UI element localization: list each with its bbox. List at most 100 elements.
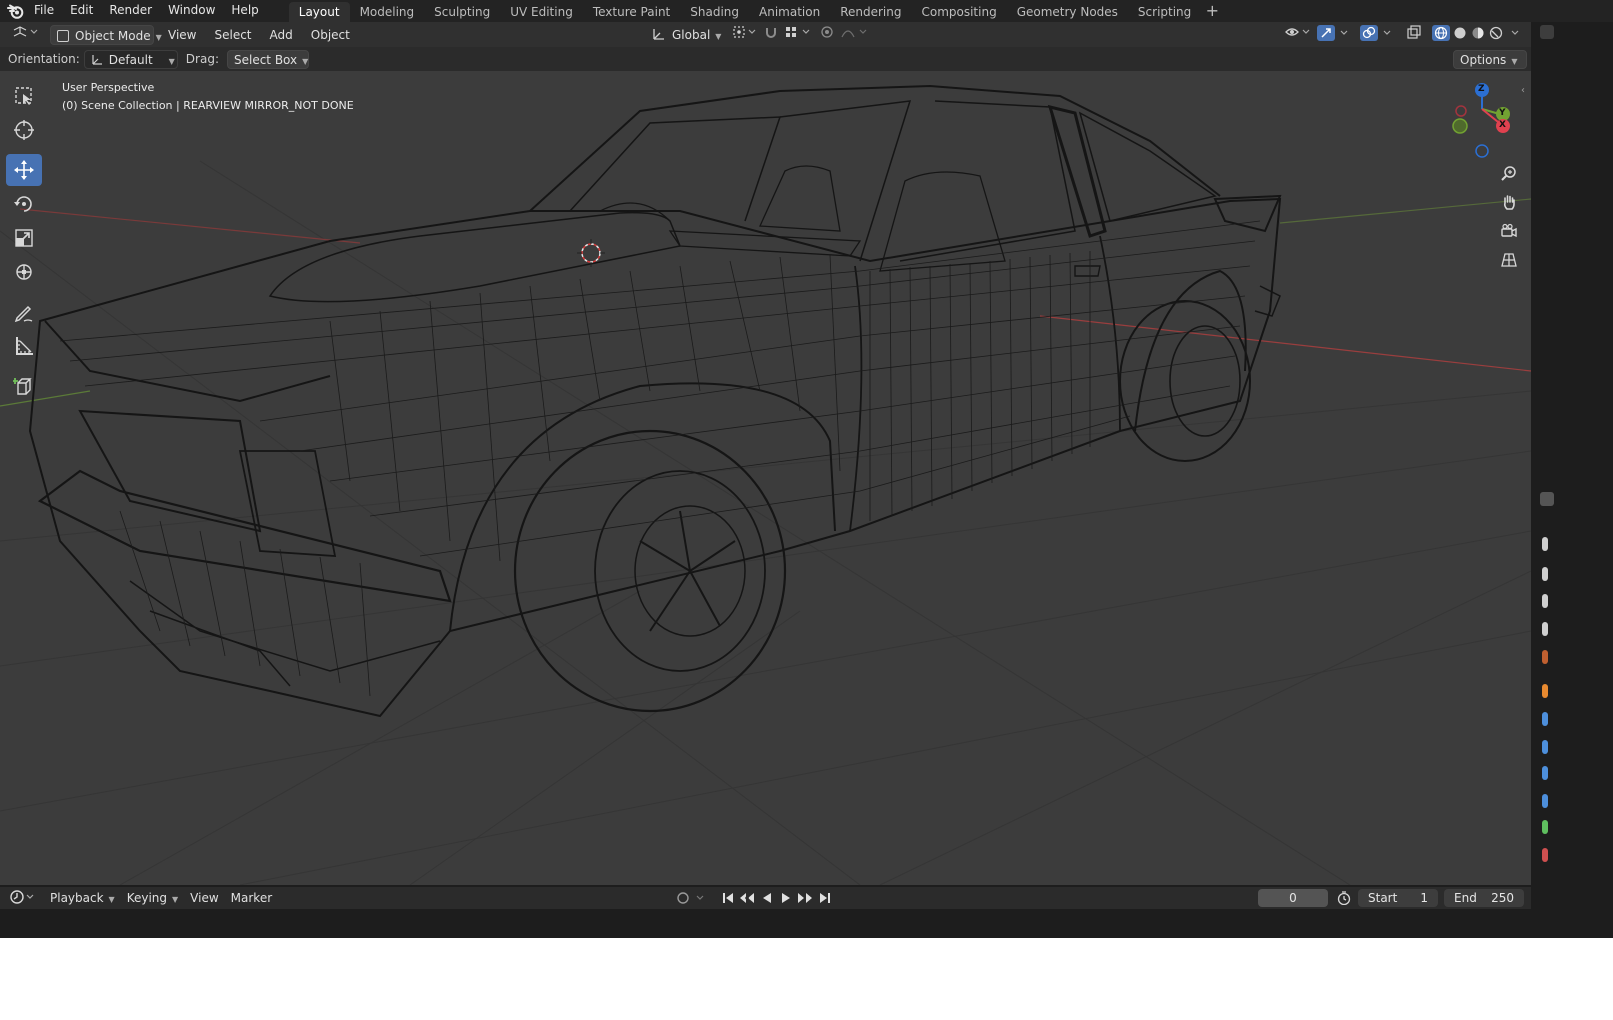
perspective-toggle-button[interactable] <box>1497 248 1521 272</box>
stopwatch-icon <box>1337 891 1351 905</box>
show-overlays-toggle[interactable] <box>1356 24 1400 45</box>
menu-view[interactable]: View <box>162 25 202 45</box>
tool-cursor[interactable] <box>6 114 42 146</box>
menu-keying-label: Keying <box>126 891 168 905</box>
tab-texture-paint[interactable]: Texture Paint <box>583 2 680 22</box>
menu-edit[interactable]: Edit <box>62 0 101 22</box>
menu-playback-label: Playback <box>50 891 104 905</box>
menu-keying[interactable]: Keying ▼ <box>121 891 184 905</box>
blender-logo-icon[interactable] <box>4 0 26 22</box>
end-frame-label: End <box>1454 891 1477 905</box>
properties-tab-data[interactable] <box>1542 820 1548 834</box>
drag-setting-dropdown[interactable]: Select Box ▼ <box>226 49 309 69</box>
editor-type-button[interactable] <box>6 25 44 45</box>
tab-modeling[interactable]: Modeling <box>350 2 425 22</box>
use-preview-range-toggle[interactable] <box>1336 890 1352 906</box>
menu-playback[interactable]: Playback ▼ <box>44 891 121 905</box>
menu-marker[interactable]: Marker <box>225 891 278 905</box>
sidebar-toggle-icon[interactable]: ‹ <box>1521 85 1525 96</box>
orientation-setting-dropdown[interactable]: Default ▼ <box>83 49 178 69</box>
tab-sculpting[interactable]: Sculpting <box>424 2 500 22</box>
jump-to-start-button[interactable] <box>720 890 736 906</box>
tab-compositing[interactable]: Compositing <box>911 2 1006 22</box>
proportional-editing-toggle[interactable] <box>814 25 876 45</box>
shading-wireframe-solid-material-rendered-icon <box>1432 24 1519 41</box>
jump-to-keyframe-back-button[interactable] <box>739 890 755 906</box>
properties-tab-object[interactable] <box>1542 684 1548 698</box>
3d-cursor[interactable] <box>577 239 605 267</box>
move-icon <box>14 160 34 180</box>
camera-view-button[interactable] <box>1497 219 1521 243</box>
properties-tab-tool[interactable] <box>1540 492 1554 506</box>
properties-tab-world[interactable] <box>1542 650 1548 664</box>
chevron-down-icon: ▼ <box>168 56 175 66</box>
menu-window[interactable]: Window <box>160 0 223 22</box>
transform-icon <box>16 264 32 280</box>
start-frame-label: Start <box>1368 891 1398 905</box>
properties-tab-scene[interactable] <box>1542 622 1548 636</box>
tool-scale[interactable] <box>6 222 42 254</box>
tool-transform[interactable] <box>6 256 42 288</box>
properties-tab-physics[interactable] <box>1542 766 1548 780</box>
blender-window: File Edit Render Window Help Layout Mode… <box>0 0 1613 938</box>
add-workspace-button[interactable]: + <box>1203 2 1221 20</box>
tool-measure[interactable] <box>6 330 42 362</box>
tool-annotate[interactable] <box>6 296 42 328</box>
object-mode-icon <box>57 29 69 42</box>
menu-object[interactable]: Object <box>305 25 356 45</box>
menu-file[interactable]: File <box>26 0 62 22</box>
gizmo-y-label: Y <box>1499 108 1506 118</box>
properties-tab-modifiers[interactable] <box>1542 712 1548 726</box>
drag-setting-value: Select Box <box>233 52 298 67</box>
properties-tool-tab[interactable] <box>1540 25 1554 39</box>
transform-orientation-dropdown[interactable]: Global ▼ <box>646 25 727 45</box>
play-reverse-button[interactable] <box>759 890 775 906</box>
tab-scripting[interactable]: Scripting <box>1128 2 1201 22</box>
car-wireframe-mesh <box>28 84 1282 718</box>
tab-layout[interactable]: Layout <box>288 2 350 22</box>
tool-add-cube[interactable] <box>6 370 42 402</box>
timeline-editor-type-button[interactable] <box>4 889 44 907</box>
properties-tab-output[interactable] <box>1542 567 1548 581</box>
tab-geometry-nodes[interactable]: Geometry Nodes <box>1007 2 1128 22</box>
proportional-edit-icon <box>821 25 867 38</box>
end-frame-field[interactable]: End 250 <box>1444 889 1524 907</box>
overlays-icon <box>1360 24 1391 41</box>
properties-tab-view-layer[interactable] <box>1542 594 1548 608</box>
chevron-down-icon: ▼ <box>155 32 162 42</box>
3d-viewport[interactable]: Z Y X User Perspective (0) Scene Collect… <box>0 71 1531 885</box>
xray-toggle[interactable] <box>1402 24 1426 45</box>
properties-tab-constraints[interactable] <box>1542 794 1548 808</box>
show-gizmo-toggle[interactable] <box>1313 24 1357 45</box>
mode-dropdown[interactable]: Object Mode ▼ <box>50 24 162 45</box>
tab-rendering[interactable]: Rendering <box>830 2 911 22</box>
jump-to-end-button[interactable] <box>817 890 833 906</box>
properties-tab-material[interactable] <box>1542 848 1548 862</box>
tab-uv-editing[interactable]: UV Editing <box>500 2 583 22</box>
auto-keying-toggle[interactable] <box>676 890 708 906</box>
jump-to-keyframe-forward-button[interactable] <box>797 890 813 906</box>
tab-animation[interactable]: Animation <box>749 2 830 22</box>
menu-add[interactable]: Add <box>264 25 299 45</box>
keyframe-back-icon <box>740 893 754 903</box>
properties-tab-particles[interactable] <box>1542 740 1548 754</box>
tool-move[interactable] <box>6 154 42 186</box>
menu-help[interactable]: Help <box>223 0 266 22</box>
tool-select-box[interactable] <box>6 80 42 112</box>
menu-timeline-view[interactable]: View <box>184 891 224 905</box>
start-frame-value: 1 <box>1420 891 1428 905</box>
y-axis-line-right <box>1279 198 1531 224</box>
gizmo-x-label: X <box>1499 120 1506 130</box>
play-button[interactable] <box>778 890 794 906</box>
options-dropdown[interactable]: Options ▼ <box>1453 49 1527 69</box>
tab-shading[interactable]: Shading <box>680 2 749 22</box>
menu-render[interactable]: Render <box>101 0 160 22</box>
shading-mode-buttons[interactable] <box>1428 24 1530 45</box>
zoom-view-button[interactable] <box>1497 161 1521 185</box>
tool-rotate[interactable] <box>6 188 42 220</box>
current-frame-field[interactable]: 0 <box>1258 889 1328 907</box>
start-frame-field[interactable]: Start 1 <box>1358 889 1438 907</box>
menu-select[interactable]: Select <box>208 25 257 45</box>
properties-tab-render[interactable] <box>1542 537 1548 551</box>
pan-view-button[interactable] <box>1497 190 1521 214</box>
